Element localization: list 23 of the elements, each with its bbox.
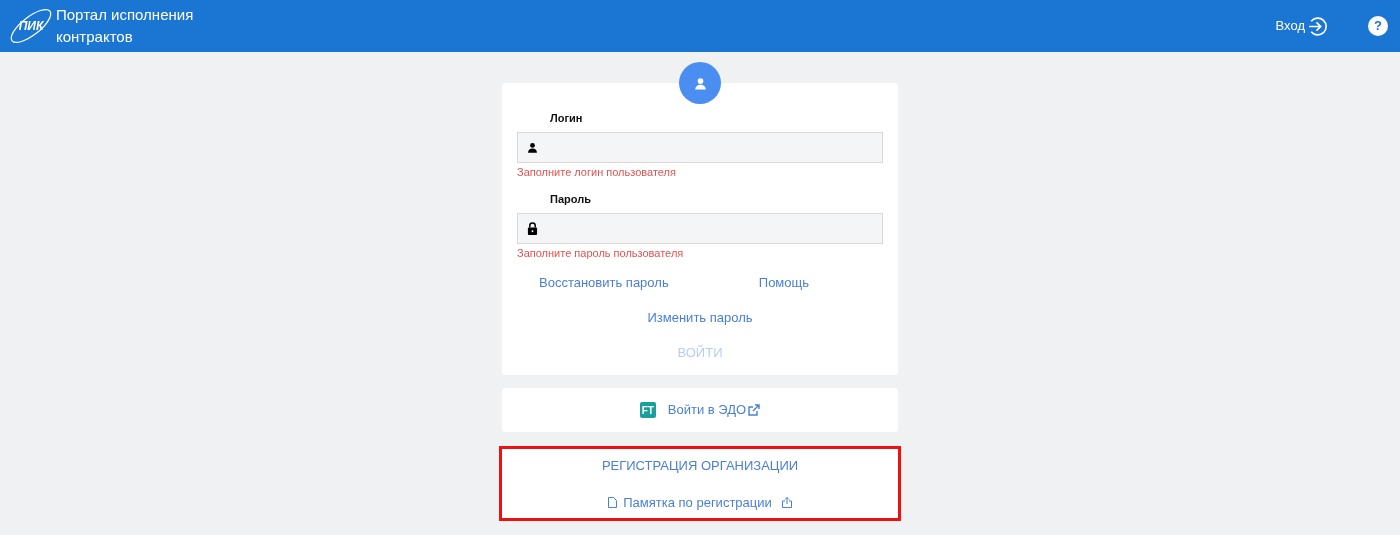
edo-logo: FT [639,402,656,418]
login-link[interactable]: Вход [1275,15,1328,37]
input-field[interactable] [517,212,883,244]
edo-login-link[interactable]: Войти в ЭДО [667,400,761,420]
external-link-icon [748,404,761,416]
error-message: Заполните логин пользователя [517,165,677,180]
lock-icon [527,221,538,235]
help-button[interactable]: ? [1368,16,1388,36]
input-field[interactable] [517,132,883,163]
field-label: Пароль [550,191,592,207]
registration-link[interactable]: РЕГИСТРАЦИЯ ОРГАНИЗАЦИИ [601,456,799,476]
error-message: Заполните пароль пользователя [517,245,685,261]
user-icon [527,142,538,153]
user-icon [693,76,707,90]
portal-title: Портал исполнения контрактов [56,5,195,47]
document-icon [608,496,618,508]
sign-in-icon [1307,15,1328,37]
help-link[interactable]: Помощь [758,273,809,293]
share-icon [781,496,792,508]
restore-password-link[interactable]: Восстановить пароль [539,273,669,293]
change-password-link[interactable]: Изменить пароль [647,307,753,327]
field-label: Логин [550,111,584,126]
memo-link[interactable]: Памятка по регистрации [608,492,792,512]
